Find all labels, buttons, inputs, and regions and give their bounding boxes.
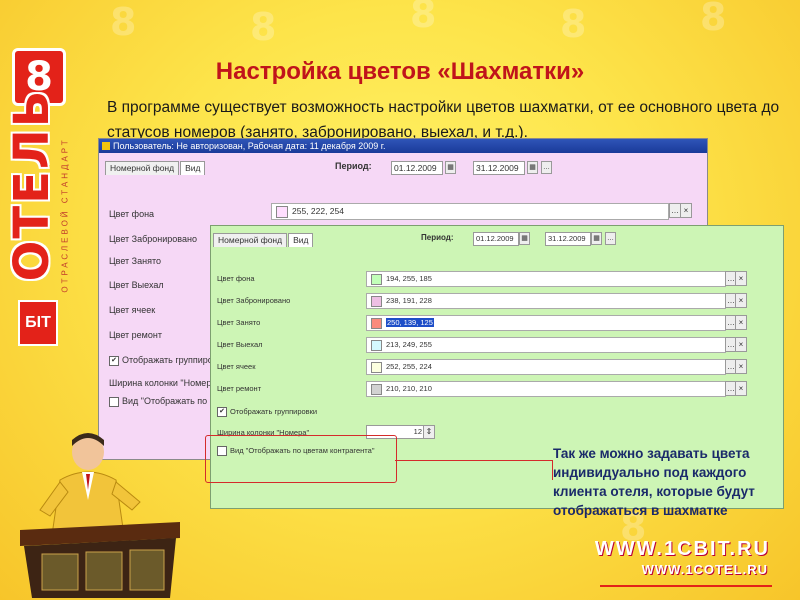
color-swatch: [371, 273, 382, 285]
clear-icon[interactable]: ×: [735, 293, 747, 308]
check-icon: ✔: [109, 355, 119, 366]
refresh-button[interactable]: …: [605, 232, 616, 245]
color-swatch: [276, 205, 288, 218]
checkbox-empty-icon: [109, 396, 119, 407]
bg-color-field[interactable]: 194, 255, 185: [366, 271, 726, 287]
checkout-color-label: Цвет Выехал: [109, 280, 164, 290]
brand-name: ОТЕЛЬ: [2, 89, 62, 282]
tab-view[interactable]: Вид: [288, 233, 314, 247]
color-swatch: [371, 295, 382, 307]
color-swatch: [371, 339, 382, 351]
column-width-label: Ширина колонки "Номера": [109, 378, 220, 388]
checkout-color-field[interactable]: 213, 249, 255: [366, 337, 726, 353]
back-window-titlebar: Пользователь: Не авторизован, Рабочая да…: [99, 139, 707, 153]
checkout-color-label: Цвет Выехал: [217, 340, 263, 349]
tab-view[interactable]: Вид: [180, 161, 206, 175]
reserved-color-value: 238, 191, 228: [386, 296, 432, 305]
color-swatch: [371, 317, 382, 329]
date-to-field[interactable]: 31.12.2009: [545, 232, 591, 246]
repair-color-value: 210, 210, 210: [386, 384, 432, 393]
calendar-icon[interactable]: ▦: [591, 232, 602, 245]
slide-title: Настройка цветов «Шахматки»: [215, 58, 585, 85]
front-window-tabs: Номерной фонд Вид: [213, 233, 314, 247]
date-to-field[interactable]: 31.12.2009: [473, 161, 525, 175]
receptionist-illustration: [20, 433, 180, 598]
bg-color-field[interactable]: 255, 222, 254: [271, 203, 669, 220]
clear-icon[interactable]: ×: [735, 359, 747, 374]
callout-text: Так же можно задавать цвета индивидуальн…: [553, 446, 755, 518]
brand-tagline-text: ОТРАСЛЕВОЙ СТАНДАРТ: [60, 137, 70, 293]
cell-color-label: Цвет ячеек: [109, 305, 156, 315]
bit-logo: БIТ: [18, 300, 58, 346]
brand-name-text: ОТЕЛЬ: [4, 88, 60, 282]
cell-color-label: Цвет ячеек: [217, 362, 256, 371]
calendar-icon[interactable]: ▦: [519, 232, 530, 245]
bg-digit: 8: [250, 5, 277, 49]
cell-color-field[interactable]: 252, 255, 224: [366, 359, 726, 375]
callout-connector: [395, 460, 553, 461]
site-link-1cbit[interactable]: WWW.1CBIT.RU: [595, 538, 770, 561]
clear-icon[interactable]: ×: [735, 337, 747, 352]
bg-digit: 8: [700, 0, 727, 39]
bg-digit: 8: [110, 0, 137, 44]
site-link-1cotel[interactable]: WWW.1COTEL.RU: [642, 562, 768, 577]
calendar-icon[interactable]: ▦: [527, 161, 538, 174]
clear-icon[interactable]: ×: [680, 203, 692, 218]
reserved-color-label: Цвет Забронировано: [109, 234, 197, 244]
check-icon: ✔: [217, 407, 227, 418]
occupied-color-label: Цвет Занято: [109, 256, 161, 266]
spinner-icon[interactable]: ⇕: [423, 425, 435, 439]
show-grouping-text: Отображать группировки: [230, 407, 318, 416]
repair-color-field[interactable]: 210, 210, 210: [366, 381, 726, 397]
footer-divider: [600, 585, 772, 587]
bg-color-value: 255, 222, 254: [292, 206, 344, 216]
occupied-color-label: Цвет Занято: [217, 318, 261, 327]
bg-color-label: Цвет фона: [109, 209, 155, 219]
repair-color-label: Цвет ремонт: [109, 330, 162, 340]
tab-room-fund[interactable]: Номерной фонд: [105, 161, 180, 175]
clear-icon[interactable]: ×: [735, 271, 747, 286]
tab-room-fund[interactable]: Номерной фонд: [213, 233, 288, 247]
callout-highlight: [205, 435, 397, 483]
bg-color-label: Цвет фона: [217, 274, 255, 283]
clear-icon[interactable]: ×: [735, 381, 747, 396]
repair-color-label: Цвет ремонт: [217, 384, 262, 393]
occupied-color-value: 250, 139, 125: [386, 318, 434, 327]
period-label: Период:: [421, 233, 454, 242]
cell-color-value: 252, 255, 224: [386, 362, 432, 371]
show-grouping-checkbox[interactable]: ✔ Отображать группировки: [217, 407, 318, 418]
calendar-icon[interactable]: ▦: [445, 161, 456, 174]
checkout-color-value: 213, 249, 255: [386, 340, 432, 349]
period-label: Период:: [335, 161, 372, 171]
reserved-color-label: Цвет Забронировано: [217, 296, 291, 305]
reserved-color-field[interactable]: 238, 191, 228: [366, 293, 726, 309]
back-window-tabs: Номерной фонд Вид: [105, 161, 206, 175]
brand-tagline: ОТРАСЛЕВОЙ СТАНДАРТ: [58, 100, 72, 330]
refresh-button[interactable]: …: [541, 161, 552, 174]
show-grouping-checkbox[interactable]: ✔ Отображать группировки: [109, 355, 227, 366]
color-swatch: [371, 383, 382, 395]
occupied-color-field[interactable]: 250, 139, 125: [366, 315, 726, 331]
clear-icon[interactable]: ×: [735, 315, 747, 330]
bg-digit: 8: [410, 0, 437, 36]
bg-color-value: 194, 255, 185: [386, 274, 432, 283]
bg-digit: 8: [560, 2, 587, 46]
color-swatch: [371, 361, 382, 373]
date-from-field[interactable]: 01.12.2009: [391, 161, 443, 175]
date-from-field[interactable]: 01.12.2009: [473, 232, 519, 246]
